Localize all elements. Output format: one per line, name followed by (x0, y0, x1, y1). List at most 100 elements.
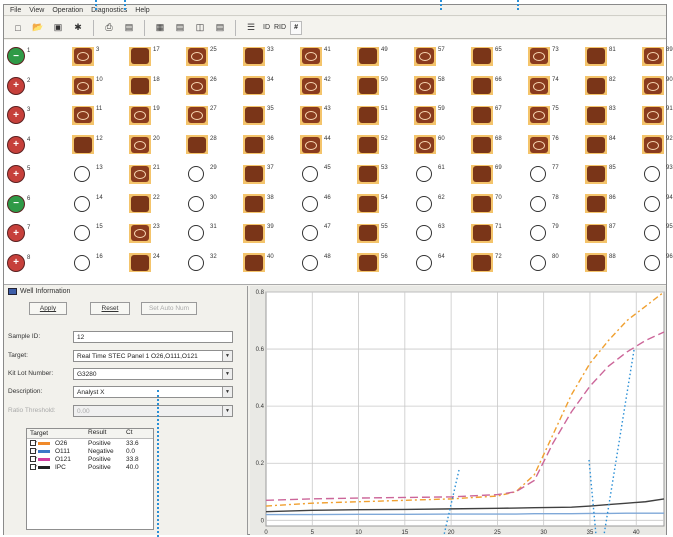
target-select[interactable]: Real Time STEC Panel 1 O26,O111,O121 ▼ (73, 350, 233, 362)
grid-view-icon[interactable]: ▦ (152, 20, 168, 36)
well[interactable] (188, 166, 204, 182)
well[interactable] (530, 195, 546, 212)
well[interactable] (585, 76, 607, 95)
well[interactable] (74, 166, 90, 182)
open-folder-icon[interactable]: 📂 (30, 20, 46, 36)
well[interactable] (357, 253, 379, 272)
well[interactable] (642, 135, 664, 154)
well[interactable] (186, 135, 208, 154)
well[interactable] (72, 135, 94, 154)
settings-icon[interactable]: ✱ (70, 20, 86, 36)
row-selector-5[interactable]: + (7, 165, 25, 183)
well[interactable] (186, 46, 208, 66)
well[interactable] (72, 46, 94, 66)
well[interactable] (74, 254, 90, 271)
well[interactable] (357, 76, 379, 95)
well[interactable] (471, 105, 493, 125)
well[interactable] (642, 105, 664, 125)
well[interactable] (585, 164, 607, 184)
table-row[interactable]: ✓ O26 Positive 33.6 (27, 439, 153, 447)
row-selector-3[interactable]: + (7, 106, 25, 124)
checkbox[interactable]: ✓ (30, 448, 38, 454)
table-row[interactable]: ✓ IPC Positive 40.0 (27, 463, 153, 471)
analysis-icon[interactable]: ☰ (243, 20, 259, 36)
row-selector-7[interactable]: + (7, 224, 25, 242)
hash-button[interactable]: # (290, 20, 302, 35)
well[interactable] (471, 76, 493, 95)
well[interactable] (186, 76, 208, 95)
well[interactable] (129, 105, 151, 125)
well[interactable] (585, 135, 607, 154)
well[interactable] (585, 253, 607, 272)
well[interactable] (243, 164, 265, 184)
well[interactable] (129, 76, 151, 95)
checkbox[interactable]: ✓ (30, 456, 38, 462)
well[interactable] (302, 166, 318, 182)
well[interactable] (644, 254, 660, 271)
rid-button[interactable]: RID (274, 20, 286, 36)
well[interactable] (302, 254, 318, 271)
well[interactable] (74, 225, 90, 241)
chevron-down-icon[interactable]: ▼ (222, 406, 232, 416)
well[interactable] (471, 223, 493, 243)
table-row[interactable]: ✓ O121 Positive 33.8 (27, 455, 153, 463)
well[interactable] (414, 46, 436, 66)
well[interactable] (72, 76, 94, 95)
menu-help[interactable]: Help (135, 7, 149, 14)
well[interactable] (644, 225, 660, 241)
well[interactable] (471, 135, 493, 154)
chevron-down-icon[interactable]: ▼ (222, 369, 232, 379)
well[interactable] (414, 105, 436, 125)
well[interactable] (642, 76, 664, 95)
well[interactable] (530, 166, 546, 182)
well[interactable] (300, 135, 322, 154)
row-selector-4[interactable]: + (7, 135, 25, 154)
well[interactable] (129, 253, 151, 272)
description-select[interactable]: Analyst X ▼ (73, 386, 233, 398)
row-selector-6[interactable]: − (7, 194, 25, 213)
well[interactable] (414, 135, 436, 154)
well[interactable] (243, 223, 265, 243)
menu-operation[interactable]: Operation (52, 7, 83, 14)
split-view-icon[interactable]: ◫ (192, 20, 208, 36)
well[interactable] (186, 105, 208, 125)
well[interactable] (528, 105, 550, 125)
well[interactable] (243, 76, 265, 95)
well[interactable] (302, 195, 318, 212)
well[interactable] (471, 164, 493, 184)
row-selector-1[interactable]: − (7, 47, 25, 65)
well[interactable] (300, 76, 322, 95)
well[interactable] (528, 46, 550, 66)
well[interactable] (642, 46, 664, 66)
list-view-icon[interactable]: ▤ (172, 20, 188, 36)
well[interactable] (129, 194, 151, 213)
checkbox[interactable]: ✓ (30, 440, 38, 446)
print-icon[interactable]: ⎙ (101, 20, 117, 36)
kit-lot-select[interactable]: G3280 ▼ (73, 368, 233, 380)
well[interactable] (585, 46, 607, 66)
well[interactable] (357, 164, 379, 184)
row-selector-2[interactable]: + (7, 76, 25, 95)
well[interactable] (530, 225, 546, 241)
well[interactable] (585, 194, 607, 213)
well[interactable] (357, 135, 379, 154)
well[interactable] (243, 135, 265, 154)
well[interactable] (414, 76, 436, 95)
well[interactable] (129, 135, 151, 154)
well[interactable] (416, 195, 432, 212)
ratio-threshold-select[interactable]: 0.00 ▼ (73, 405, 233, 417)
well[interactable] (471, 194, 493, 213)
well[interactable] (302, 225, 318, 241)
well[interactable] (585, 105, 607, 125)
well[interactable] (72, 105, 94, 125)
well[interactable] (300, 46, 322, 66)
well[interactable] (357, 223, 379, 243)
well[interactable] (300, 105, 322, 125)
chevron-down-icon[interactable]: ▼ (222, 387, 232, 397)
well[interactable] (129, 223, 151, 243)
menu-file[interactable]: File (10, 7, 21, 14)
well[interactable] (243, 46, 265, 66)
well[interactable] (243, 194, 265, 213)
row-selector-8[interactable]: + (7, 253, 25, 272)
well[interactable] (243, 253, 265, 272)
